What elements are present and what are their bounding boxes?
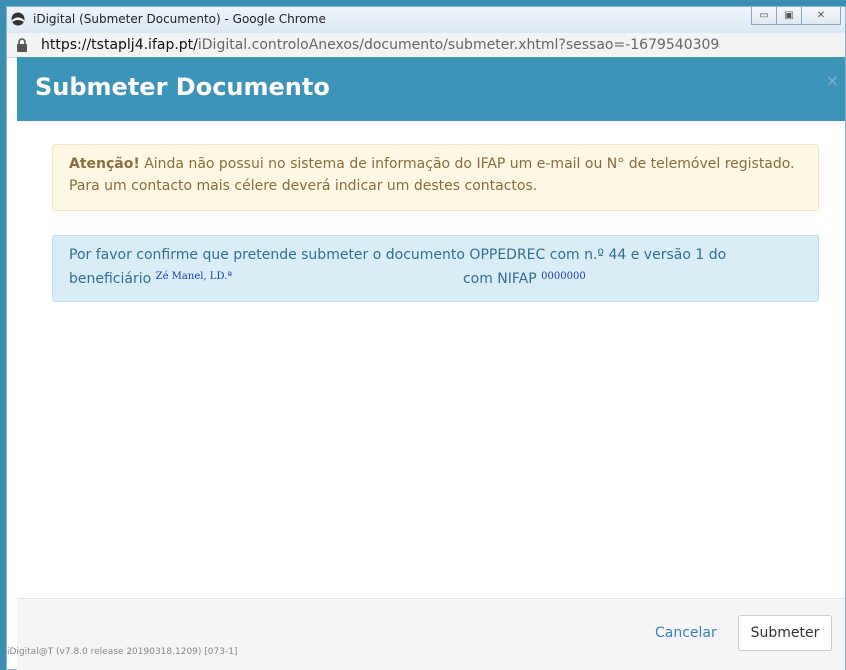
minimize-icon[interactable]: ▭ xyxy=(751,7,777,25)
warning-strong: Atenção! xyxy=(69,156,140,172)
modal-footer: Cancelar Submeter xyxy=(17,598,845,670)
modal-header: Submeter Documento × xyxy=(17,57,845,121)
window-controls: ▭ ▣ ✕ xyxy=(751,7,841,27)
url-host: https://tstaplj4.ifap.pt/ xyxy=(41,37,198,53)
version-text: iDigital@T (v7.8.0 release 20190318.1209… xyxy=(7,647,238,657)
url-text[interactable]: https://tstaplj4.ifap.pt/iDigital.contro… xyxy=(41,37,719,53)
chrome-app-icon xyxy=(11,12,25,26)
nifap-value: 0000000 xyxy=(541,271,586,282)
window-title: iDigital (Submeter Documento) - Google C… xyxy=(33,12,326,26)
close-icon[interactable]: ✕ xyxy=(801,7,841,25)
info-line1: Por favor confirme que pretende submeter… xyxy=(69,247,727,263)
browser-window: iDigital (Submeter Documento) - Google C… xyxy=(6,6,846,670)
url-path: iDigital.controloAnexos/documento/submet… xyxy=(197,37,720,53)
lock-icon xyxy=(17,38,27,52)
modal-title: Submeter Documento xyxy=(35,73,330,101)
submit-button[interactable]: Submeter xyxy=(738,615,832,651)
cancel-button[interactable]: Cancelar xyxy=(655,625,717,641)
warning-text: Ainda não possui no sistema de informaçã… xyxy=(69,156,795,194)
address-bar[interactable]: https://tstaplj4.ifap.pt/iDigital.contro… xyxy=(7,33,845,58)
beneficiario-value: Zé Manel, LD.ª xyxy=(155,271,233,282)
beneficiario-label: beneficiário xyxy=(69,271,152,287)
info-alert: Por favor confirme que pretende submeter… xyxy=(52,235,819,302)
modal-close-icon[interactable]: × xyxy=(826,71,839,90)
maximize-icon[interactable]: ▣ xyxy=(776,7,802,25)
title-bar: iDigital (Submeter Documento) - Google C… xyxy=(7,7,845,34)
warning-alert: Atenção! Ainda não possui no sistema de … xyxy=(52,144,819,211)
nifap-label: com NIFAP xyxy=(462,271,537,287)
